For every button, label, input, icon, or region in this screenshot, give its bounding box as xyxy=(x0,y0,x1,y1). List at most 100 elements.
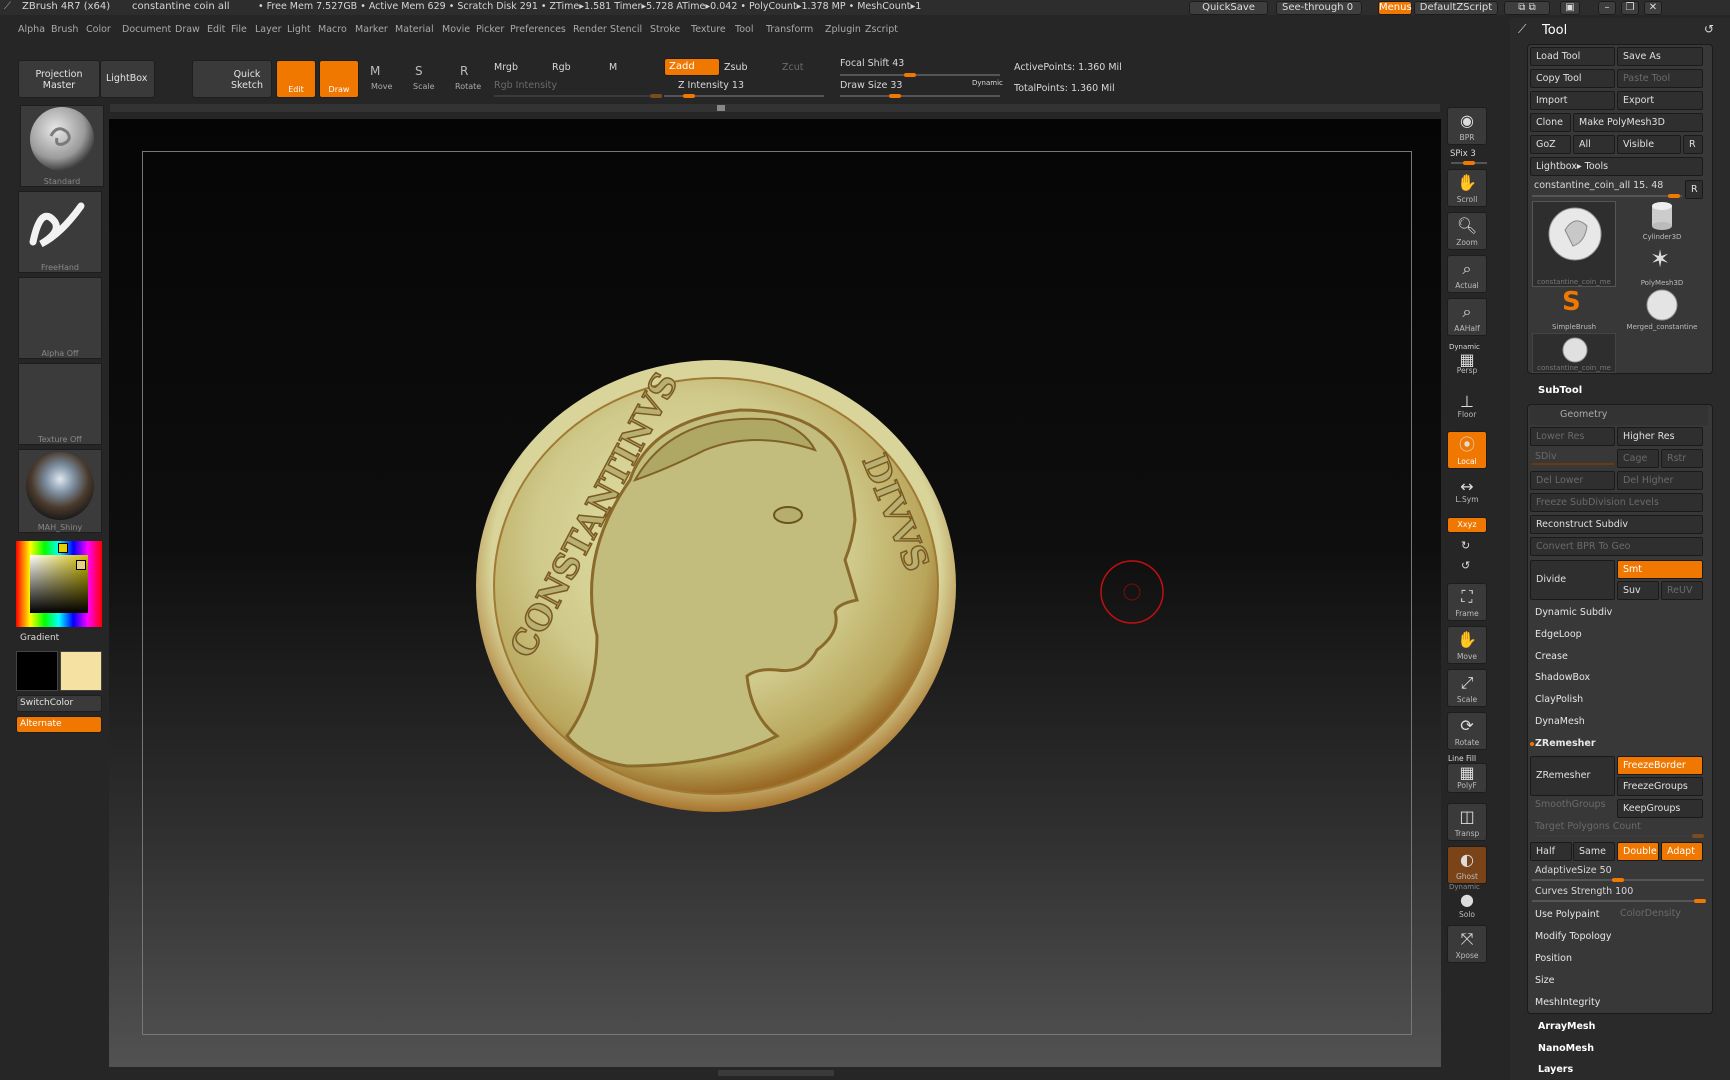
divide-button[interactable]: Divide xyxy=(1530,560,1615,600)
solo-button[interactable]: ● Solo xyxy=(1447,891,1487,921)
rotate-view-button[interactable]: ⟳ Rotate xyxy=(1447,712,1487,750)
smt-toggle[interactable]: Smt xyxy=(1617,560,1703,579)
crease-item[interactable]: Crease xyxy=(1530,647,1708,667)
higher-res-button[interactable]: Higher Res xyxy=(1617,427,1703,446)
menu-stencil[interactable]: Stencil xyxy=(610,24,642,35)
use-polypaint-toggle[interactable]: Use Polypaint xyxy=(1530,905,1708,925)
reuv-toggle[interactable]: ReUV xyxy=(1661,581,1703,600)
default-zscript-button[interactable]: DefaultZScript xyxy=(1414,1,1498,15)
menu-zscript[interactable]: Zscript xyxy=(865,24,898,35)
lightbox-button[interactable]: LightBox xyxy=(100,60,155,98)
del-higher-button[interactable]: Del Higher xyxy=(1617,471,1703,490)
scale-button[interactable]: Scale xyxy=(413,82,435,91)
bpr-button[interactable]: ◉ BPR xyxy=(1447,107,1487,145)
export-button[interactable]: Export xyxy=(1617,91,1703,110)
layout-icons[interactable]: ⧉ ⧉ xyxy=(1504,1,1550,15)
material-thumbnail[interactable]: MAH_Shiny xyxy=(18,449,102,533)
mrgb-button[interactable]: Mrgb xyxy=(494,62,518,73)
zcut-button[interactable]: Zcut xyxy=(782,62,803,73)
keepgroups-toggle[interactable]: KeepGroups xyxy=(1617,799,1703,818)
rotate-button[interactable]: Rotate xyxy=(455,82,481,91)
edgeloop-item[interactable]: EdgeLoop xyxy=(1530,625,1708,645)
smoothgroups-slider[interactable]: SmoothGroups xyxy=(1535,799,1606,810)
zremesher-section[interactable]: ZRemesher xyxy=(1530,734,1708,754)
stroke-thumbnail[interactable]: FreeHand xyxy=(18,191,102,273)
texture-thumbnail[interactable]: Texture Off xyxy=(18,363,102,445)
frame-button[interactable]: ⛶ Frame xyxy=(1447,583,1487,621)
secondary-color-swatch[interactable] xyxy=(16,651,58,691)
z-intensity-track[interactable] xyxy=(664,94,824,98)
tool-thumb-coin-2[interactable]: constantine_coin_me xyxy=(1532,333,1616,373)
dynamic-toggle[interactable]: Dynamic xyxy=(972,79,1003,87)
current-tool-track[interactable] xyxy=(1532,194,1682,198)
zadd-button[interactable]: Zadd xyxy=(664,58,720,76)
menus-button[interactable]: Menus xyxy=(1378,1,1412,15)
menu-render[interactable]: Render xyxy=(573,24,607,35)
menu-alpha[interactable]: Alpha xyxy=(18,24,45,35)
menu-zplugin[interactable]: Zplugin xyxy=(825,24,861,35)
top-scrollbar[interactable] xyxy=(110,104,1440,112)
double-button[interactable]: Double xyxy=(1617,842,1659,861)
scroll-button[interactable]: ✋ Scroll xyxy=(1447,169,1487,207)
persp-button[interactable]: ▦ Persp xyxy=(1447,351,1487,377)
menu-preferences[interactable]: Preferences xyxy=(510,24,566,35)
claypolish-item[interactable]: ClayPolish xyxy=(1530,690,1708,710)
coin-model[interactable]: CONSTANTINVS DIVVS xyxy=(470,360,960,820)
xpose-button[interactable]: ⤧ Xpose xyxy=(1447,925,1487,963)
load-tool-button[interactable]: Load Tool xyxy=(1530,47,1615,66)
bottom-scrollbar[interactable] xyxy=(718,1070,834,1076)
sdiv-track[interactable] xyxy=(1532,463,1614,465)
floor-button[interactable]: ⊥ Floor xyxy=(1447,393,1487,421)
reconstruct-subdiv-button[interactable]: Reconstruct Subdiv xyxy=(1530,515,1703,534)
subtool-section[interactable]: SubTool xyxy=(1538,385,1582,396)
colordensity-slider[interactable]: ColorDensity xyxy=(1620,908,1681,919)
curves-strength-track[interactable] xyxy=(1532,899,1706,903)
dynamic-subdiv-item[interactable]: Dynamic Subdiv xyxy=(1530,603,1708,623)
clone-button[interactable]: Clone xyxy=(1530,113,1571,132)
z-intensity-slider[interactable]: Z Intensity 13 xyxy=(678,80,744,91)
spix-track[interactable] xyxy=(1451,161,1487,165)
import-button[interactable]: Import xyxy=(1530,91,1615,110)
menu-transform[interactable]: Transform xyxy=(766,24,813,35)
lsym-button[interactable]: ↔ L.Sym xyxy=(1447,478,1487,506)
convert-bpr-button[interactable]: Convert BPR To Geo xyxy=(1530,537,1703,556)
menu-light[interactable]: Light xyxy=(287,24,311,35)
rgb-intensity-slider[interactable]: Rgb Intensity xyxy=(494,80,557,91)
rstr-button[interactable]: Rstr xyxy=(1661,449,1703,468)
top-scroll-handle[interactable] xyxy=(717,105,725,111)
draw-size-track[interactable] xyxy=(840,94,1000,98)
focal-shift-slider[interactable]: Focal Shift 43 xyxy=(840,58,904,69)
m-button[interactable]: M xyxy=(609,62,617,73)
scale-view-button[interactable]: ⤢ Scale xyxy=(1447,669,1487,707)
goz-button[interactable]: GoZ xyxy=(1530,135,1571,154)
same-button[interactable]: Same xyxy=(1573,842,1615,861)
goz-all-button[interactable]: All xyxy=(1573,135,1615,154)
size-item[interactable]: Size xyxy=(1530,971,1708,991)
tool-thumb-merged[interactable]: Merged_constantine xyxy=(1620,289,1704,331)
freeze-subdiv-button[interactable]: Freeze SubDivision Levels xyxy=(1530,493,1703,512)
aahalf-button[interactable]: ⌕ AAHalf xyxy=(1447,298,1487,336)
move-button[interactable]: Move xyxy=(371,82,392,91)
menu-edit[interactable]: Edit xyxy=(207,24,225,35)
brush-thumbnail[interactable]: Standard xyxy=(20,105,104,187)
quick-sketch-button[interactable]: Quick Sketch xyxy=(192,60,272,98)
hue-cursor[interactable] xyxy=(58,543,68,553)
focal-shift-track[interactable] xyxy=(840,73,1000,77)
menu-movie[interactable]: Movie xyxy=(442,24,470,35)
lower-res-button[interactable]: Lower Res xyxy=(1530,427,1615,446)
freezeborder-toggle[interactable]: FreezeBorder xyxy=(1617,756,1703,775)
gradient-label[interactable]: Gradient xyxy=(20,633,59,643)
spix-slider[interactable]: SPix 3 xyxy=(1450,149,1476,159)
ghost-button[interactable]: ◐ Ghost xyxy=(1447,846,1487,884)
menu-macro[interactable]: Macro xyxy=(318,24,347,35)
tool-thumb-simplebrush[interactable]: S SimpleBrush xyxy=(1532,287,1616,331)
color-picker[interactable] xyxy=(16,541,102,627)
menu-draw[interactable]: Draw xyxy=(175,24,200,35)
draw-button[interactable]: Draw xyxy=(319,60,359,98)
switchcolor-button[interactable]: SwitchColor xyxy=(16,695,102,712)
alternate-button[interactable]: Alternate xyxy=(16,716,102,733)
arraymesh-section[interactable]: ArrayMesh xyxy=(1538,1021,1595,1032)
tool-r-button[interactable]: R xyxy=(1685,180,1703,199)
goz-r-button[interactable]: R xyxy=(1683,135,1703,154)
menu-marker[interactable]: Marker xyxy=(355,24,388,35)
